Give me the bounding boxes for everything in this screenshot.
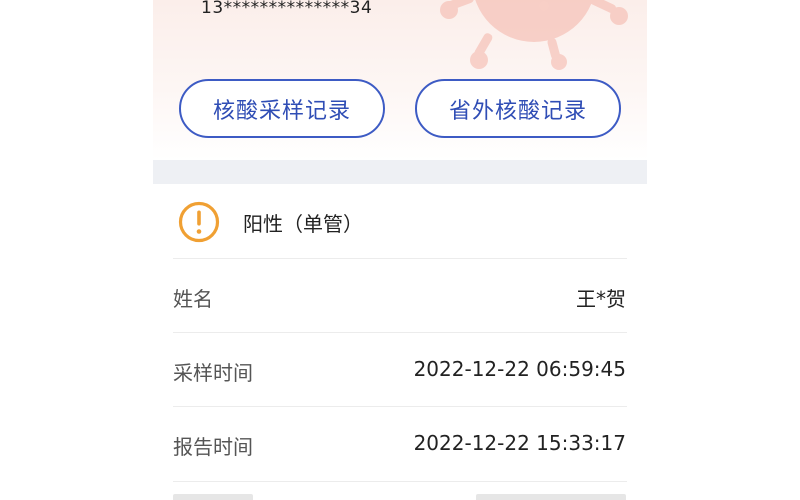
warning-circle-icon <box>178 201 220 243</box>
cut-off-value <box>476 494 626 500</box>
app-screen: 13**************34 核酸采样记录 省外核酸记录 阳性（单管） … <box>153 0 647 500</box>
detail-row-cut-off <box>153 482 647 500</box>
header-panel: 13**************34 核酸采样记录 省外核酸记录 <box>153 0 647 160</box>
detail-value: 2022-12-22 06:59:45 <box>413 357 626 381</box>
virus-illustration-icon <box>440 0 628 70</box>
detail-label: 采样时间 <box>173 361 253 385</box>
masked-phone-number: 13**************34 <box>201 0 373 18</box>
detail-row-sampling-time: 采样时间 2022-12-22 06:59:45 <box>153 333 647 407</box>
test-result-status: 阳性（单管） <box>243 212 363 236</box>
section-separator <box>153 160 647 184</box>
detail-row-report-time: 报告时间 2022-12-22 15:33:17 <box>153 407 647 481</box>
out-of-province-records-button[interactable]: 省外核酸记录 <box>415 79 621 138</box>
nucleic-sampling-records-button[interactable]: 核酸采样记录 <box>179 79 385 138</box>
detail-value: 2022-12-22 15:33:17 <box>413 431 626 455</box>
cut-off-label <box>173 494 253 500</box>
detail-row-name: 姓名 王*贺 <box>153 259 647 333</box>
detail-value: 王*贺 <box>576 287 626 311</box>
detail-label: 报告时间 <box>173 435 253 459</box>
test-result-row: 阳性（单管） <box>153 184 647 259</box>
detail-label: 姓名 <box>173 287 213 311</box>
